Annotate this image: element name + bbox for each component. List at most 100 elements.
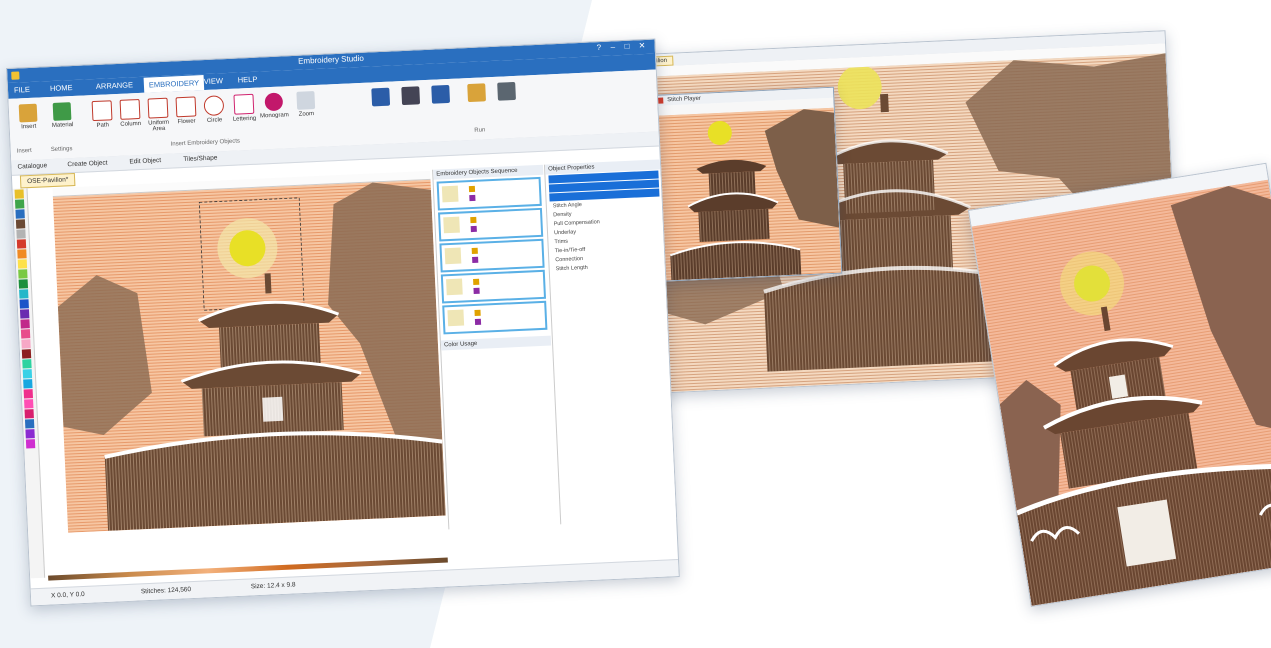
design-canvas[interactable]	[52, 179, 446, 533]
document-tab[interactable]: OSE-Pavilion*	[19, 172, 76, 189]
colors-header: Color Usage	[440, 335, 552, 351]
stitch-player-window: Stitch Player	[652, 86, 843, 282]
palette-swatch[interactable]	[24, 409, 34, 419]
path-button[interactable]: Path	[87, 100, 118, 129]
palette-swatch[interactable]	[18, 269, 28, 279]
lettering-icon	[233, 93, 255, 115]
close-button[interactable]: ✕	[638, 41, 645, 50]
palette-swatch[interactable]	[23, 379, 33, 389]
sequence-item[interactable]	[436, 176, 542, 211]
run-button[interactable]	[464, 83, 489, 104]
monogram-label: Monogram	[259, 112, 289, 120]
palette-swatch[interactable]	[20, 329, 31, 339]
palette-swatch[interactable]	[19, 289, 29, 299]
create-object-button[interactable]: Create Object	[67, 159, 107, 168]
palette-swatch[interactable]	[20, 319, 30, 329]
flower-icon	[175, 96, 197, 118]
circle-icon	[203, 95, 225, 117]
sequence-item[interactable]	[442, 300, 548, 335]
palette-swatch[interactable]	[25, 439, 36, 449]
status-stitches: Stitches: 124,560	[140, 586, 192, 596]
run-icon	[467, 83, 487, 103]
insert-label: Insert	[21, 123, 37, 131]
palette-swatch[interactable]	[25, 429, 35, 439]
group-embroidery-objects: Insert Embroidery Objects	[170, 138, 241, 148]
zoom-icon	[296, 91, 316, 110]
palette-swatch[interactable]	[22, 359, 32, 369]
palette-swatch[interactable]	[24, 399, 34, 409]
properties-panel: Object Properties Stitch Angle Density P…	[543, 159, 678, 525]
column-icon	[119, 98, 141, 120]
palette-swatch[interactable]	[17, 259, 28, 269]
stop-icon	[497, 81, 516, 101]
sequence-item[interactable]	[439, 238, 545, 273]
path-icon	[91, 100, 113, 122]
tab-arrange[interactable]: ARRANGE	[96, 80, 133, 91]
sequence-panel: Embroidery Objects Sequence Color Usage	[432, 164, 560, 530]
save-button[interactable]	[368, 87, 393, 108]
print-button[interactable]	[398, 86, 423, 107]
edit-object-button[interactable]: Edit Object	[129, 157, 161, 165]
column-button[interactable]: Column	[115, 98, 146, 128]
palette-swatch[interactable]	[21, 339, 31, 349]
flower-button[interactable]: Flower	[171, 96, 202, 125]
palette-swatch[interactable]	[22, 369, 33, 379]
insert-button[interactable]: Insert	[13, 103, 44, 130]
catalogue-button[interactable]: Catalogue	[17, 162, 47, 170]
palette-swatch[interactable]	[23, 389, 34, 399]
palette-swatch[interactable]	[15, 219, 26, 229]
status-coordinates: X 0.0, Y 0.0	[50, 590, 85, 600]
palette-swatch[interactable]	[24, 419, 35, 429]
group-settings: Settings	[50, 146, 73, 154]
group-run: Run	[474, 127, 486, 134]
stop-button[interactable]	[494, 81, 519, 103]
stitch-player-title: Stitch Player	[667, 95, 702, 104]
sequence-item[interactable]	[440, 269, 547, 304]
tab-file[interactable]: FILE	[14, 85, 30, 95]
uniform-area-label: Uniform Area	[148, 119, 170, 133]
palette-swatch[interactable]	[17, 249, 27, 259]
material-icon	[52, 102, 72, 121]
group-insert: Insert	[16, 147, 32, 155]
palette-swatch[interactable]	[21, 349, 32, 359]
palette-swatch[interactable]	[19, 299, 29, 309]
path-label: Path	[96, 122, 110, 129]
lettering-label: Lettering	[232, 115, 257, 123]
zoom-button[interactable]: Zoom	[290, 91, 321, 118]
palette-swatch[interactable]	[18, 279, 29, 289]
zoom-label: Zoom	[298, 111, 315, 118]
monogram-button[interactable]: Monogram	[258, 92, 289, 120]
circle-button[interactable]: Circle	[198, 95, 229, 124]
lettering-button[interactable]: Lettering	[228, 93, 259, 123]
palette-swatch[interactable]	[15, 209, 25, 219]
material-label: Material	[51, 122, 74, 129]
palette-swatch[interactable]	[14, 199, 25, 209]
tab-view[interactable]: VIEW	[204, 76, 224, 86]
stitch-player-canvas[interactable]	[653, 107, 842, 281]
tiles-shape-button[interactable]: Tiles/Shape	[183, 155, 217, 164]
material-button[interactable]: Material	[47, 102, 78, 129]
insert-icon	[18, 103, 38, 123]
tab-home[interactable]: HOME	[50, 83, 73, 93]
help-button[interactable]: ?	[596, 43, 601, 52]
column-label: Column	[120, 120, 142, 128]
palette-swatch[interactable]	[16, 229, 26, 239]
uniform-area-button[interactable]: Uniform Area	[143, 97, 175, 132]
circle-label: Circle	[206, 117, 223, 124]
palette-swatch[interactable]	[19, 309, 30, 319]
export-icon	[431, 84, 451, 104]
main-window: Embroidery Studio ? – □ ✕ FILE HOME ARRA…	[6, 38, 680, 607]
tab-help[interactable]: HELP	[238, 75, 258, 85]
monogram-icon	[264, 92, 284, 112]
uniform-area-icon	[147, 97, 169, 119]
export-button[interactable]	[428, 84, 453, 106]
palette-swatch[interactable]	[16, 239, 27, 249]
sequence-item[interactable]	[438, 207, 544, 242]
maximize-button[interactable]: □	[624, 42, 629, 51]
minimize-button[interactable]: –	[610, 42, 615, 51]
status-size: Size: 12.4 x 9.8	[250, 581, 296, 591]
save-icon	[371, 87, 391, 107]
flower-label: Flower	[177, 118, 196, 126]
palette-swatch[interactable]	[14, 189, 24, 199]
print-icon	[401, 86, 421, 106]
